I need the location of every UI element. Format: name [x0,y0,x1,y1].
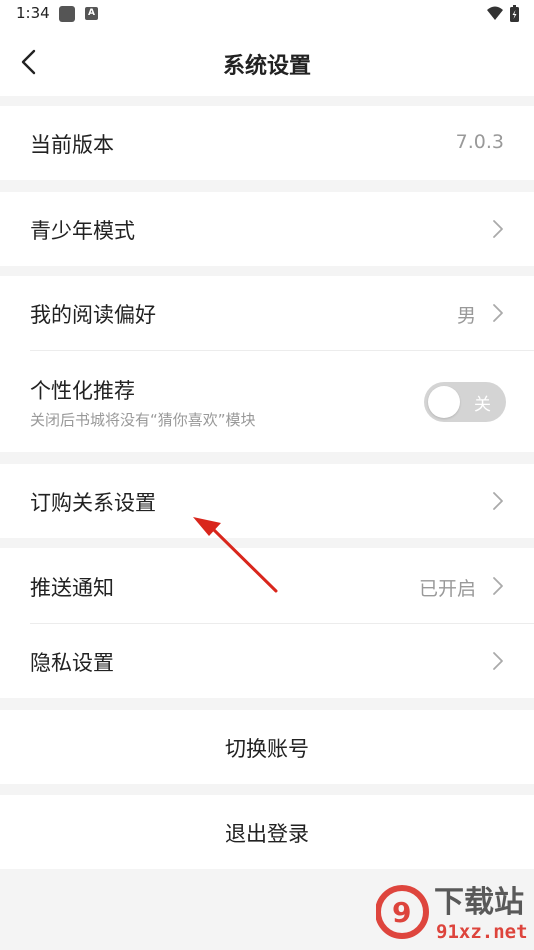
chevron-right-icon [493,304,503,322]
switch-account-label: 切换账号 [225,737,309,761]
push-value: 已开启 [418,578,476,600]
watermark-logo: 9 下载站 91xz.net [375,878,528,944]
youth-mode-label: 青少年模式 [30,219,135,243]
reading-pref-row[interactable]: 我的阅读偏好 男 [0,276,534,350]
privacy-label: 隐私设置 [30,651,114,675]
page-title: 系统设置 [222,54,311,79]
svg-text:下载站: 下载站 [434,885,524,920]
personalized-subtitle: 关闭后书城将没有“猜你喜欢”模块 [30,411,256,429]
status-time: 1:34 [16,4,50,22]
push-label: 推送通知 [30,576,114,600]
svg-text:9: 9 [392,896,411,929]
version-value: 7.0.3 [455,131,504,153]
logout-button[interactable]: 退出登录 [0,795,534,869]
status-bar: 1:34 A [0,0,534,28]
chevron-right-icon [493,492,503,510]
push-row[interactable]: 推送通知 已开启 [0,548,534,623]
version-row: 当前版本 7.0.3 [0,106,534,180]
youth-mode-row[interactable]: 青少年模式 [0,192,534,266]
subscription-row[interactable]: 订购关系设置 [0,464,534,538]
preference-group: 我的阅读偏好 男 个性化推荐 关闭后书城将没有“猜你喜欢”模块 关 [0,276,534,452]
privacy-row[interactable]: 隐私设置 [0,624,534,698]
reading-pref-value: 男 [456,305,476,327]
notification-icon [59,6,75,22]
chevron-right-icon [493,220,503,238]
personalized-toggle[interactable]: 关 [424,382,506,422]
chevron-right-icon [493,652,503,670]
logout-label: 退出登录 [225,822,309,846]
app-notification-icon: A [85,7,98,20]
header: 系统设置 [0,28,534,96]
wifi-battery-icon [487,5,519,22]
svg-text:91xz.net: 91xz.net [436,921,528,943]
personalized-label: 个性化推荐 [30,379,135,403]
reading-pref-label: 我的阅读偏好 [30,303,156,327]
watermark-logo-icon: 9 下载站 91xz.net [375,885,528,943]
version-label: 当前版本 [30,133,114,157]
chevron-right-icon [493,577,503,595]
toggle-knob [428,386,460,418]
toggle-state-text: 关 [474,395,491,415]
push-privacy-group: 推送通知 已开启 隐私设置 [0,548,534,698]
subscription-label: 订购关系设置 [30,491,156,515]
switch-account-button[interactable]: 切换账号 [0,710,534,784]
status-icons [486,5,520,27]
divider [30,350,534,351]
